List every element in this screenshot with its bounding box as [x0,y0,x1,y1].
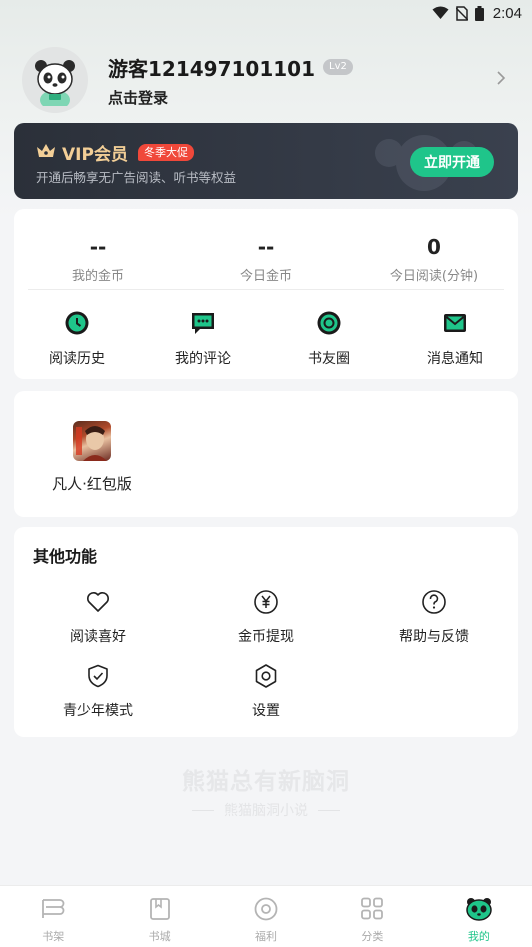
divider [192,809,214,811]
clock-icon [64,310,90,340]
action-label: 消息通知 [427,351,483,367]
action-label: 阅读历史 [49,351,105,367]
stat-today-reading[interactable]: 0 今日阅读(分钟) [350,235,518,289]
reading-preference-button[interactable]: 阅读喜好 [14,589,182,646]
tab-label: 分类 [361,930,384,943]
stat-label: 今日金币 [239,269,292,284]
help-feedback-button[interactable]: 帮助与反馈 [350,589,518,646]
login-link[interactable]: 点击登录 [108,87,492,108]
function-label: 青少年模式 [63,703,133,719]
wifi-icon [432,6,449,20]
avatar[interactable] [22,47,88,113]
function-label: 设置 [252,703,280,719]
section-title: 其他功能 [33,547,98,566]
profile-info: 游客121497101101 Lv2 点击登录 [108,53,492,108]
slogan-sub: 熊猫脑洞小说 [224,803,308,819]
shield-icon [85,663,111,693]
tab-label: 福利 [255,930,278,943]
settings-button[interactable]: 设置 [182,663,350,720]
promo-badge: 冬季大促 [137,144,194,161]
mail-icon [442,310,468,340]
profile-header[interactable]: 游客121497101101 Lv2 点击登录 [22,46,510,114]
book-title: 凡人·红包版 [52,475,132,493]
welfare-icon [253,897,279,925]
circle-icon [316,310,342,340]
stat-value: -- [89,235,107,259]
function-label: 阅读喜好 [70,629,126,645]
tab-bookstore[interactable]: 书城 [106,886,212,947]
recent-book-card: 凡人·红包版 [14,391,518,517]
yuan-icon [253,589,279,619]
stat-value: 0 [427,235,441,259]
open-vip-button[interactable]: 立即开通 [410,147,494,177]
heart-icon [85,589,111,619]
my-comments-button[interactable]: 我的评论 [140,310,266,368]
action-label: 书友圈 [308,351,350,367]
status-time: 2:04 [492,4,522,22]
tab-welfare[interactable]: 福利 [213,886,319,947]
function-label: 帮助与反馈 [399,629,469,645]
slogan-main: 熊猫总有新脑洞 [182,769,350,795]
tab-category[interactable]: 分类 [319,886,425,947]
tab-mine[interactable]: 我的 [426,886,532,947]
status-bar: 2:04 [0,0,532,26]
action-label: 我的评论 [175,351,231,367]
comment-icon [190,310,216,340]
no-sim-icon [455,5,468,21]
category-icon [359,897,385,925]
stat-today-coins[interactable]: -- 今日金币 [182,235,350,289]
coin-withdraw-button[interactable]: 金币提现 [182,589,350,646]
book-item[interactable]: 凡人·红包版 [50,421,134,494]
stat-label: 我的金币 [71,269,124,284]
chevron-right-icon[interactable] [492,69,510,91]
tab-label: 我的 [467,930,490,943]
vip-title: VIP会员 [62,145,128,165]
bookshelf-icon [40,897,66,925]
function-label: 金币提现 [238,629,294,645]
stat-label: 今日阅读(分钟) [389,269,479,284]
teen-mode-button[interactable]: 青少年模式 [14,663,182,720]
bottom-tab-bar: 书架 书城 福利 分类 我的 [0,885,532,947]
level-badge: Lv2 [323,59,353,75]
slogan: 熊猫总有新脑洞 熊猫脑洞小说 [0,762,532,820]
vip-description: 开通后畅享无广告阅读、听书等权益 [36,170,237,185]
tab-label: 书城 [148,930,171,943]
panda-avatar-icon [35,60,75,106]
help-icon [421,589,447,619]
other-functions-card: 其他功能 阅读喜好 金币提现 帮助与反馈 青少年模式 设置 [14,527,518,737]
stat-my-coins[interactable]: -- 我的金币 [14,235,182,289]
username: 游客121497101101 [108,56,315,81]
tab-bookshelf[interactable]: 书架 [0,886,106,947]
reading-history-button[interactable]: 阅读历史 [14,310,140,368]
gear-icon [253,663,279,693]
book-circle-button[interactable]: 书友圈 [266,310,392,368]
divider [318,809,340,811]
book-cover [73,421,111,461]
stats-card: -- 我的金币 -- 今日金币 0 今日阅读(分钟) 阅读历史 我的评论 书友圈… [14,209,518,379]
panda-icon [465,897,493,925]
battery-icon [474,5,484,21]
messages-button[interactable]: 消息通知 [392,310,518,368]
tab-label: 书架 [42,930,65,943]
bookstore-icon [147,897,173,925]
crown-icon [36,143,56,163]
vip-banner[interactable]: VIP会员 冬季大促 开通后畅享无广告阅读、听书等权益 立即开通 [14,123,518,199]
stat-value: -- [257,235,275,259]
